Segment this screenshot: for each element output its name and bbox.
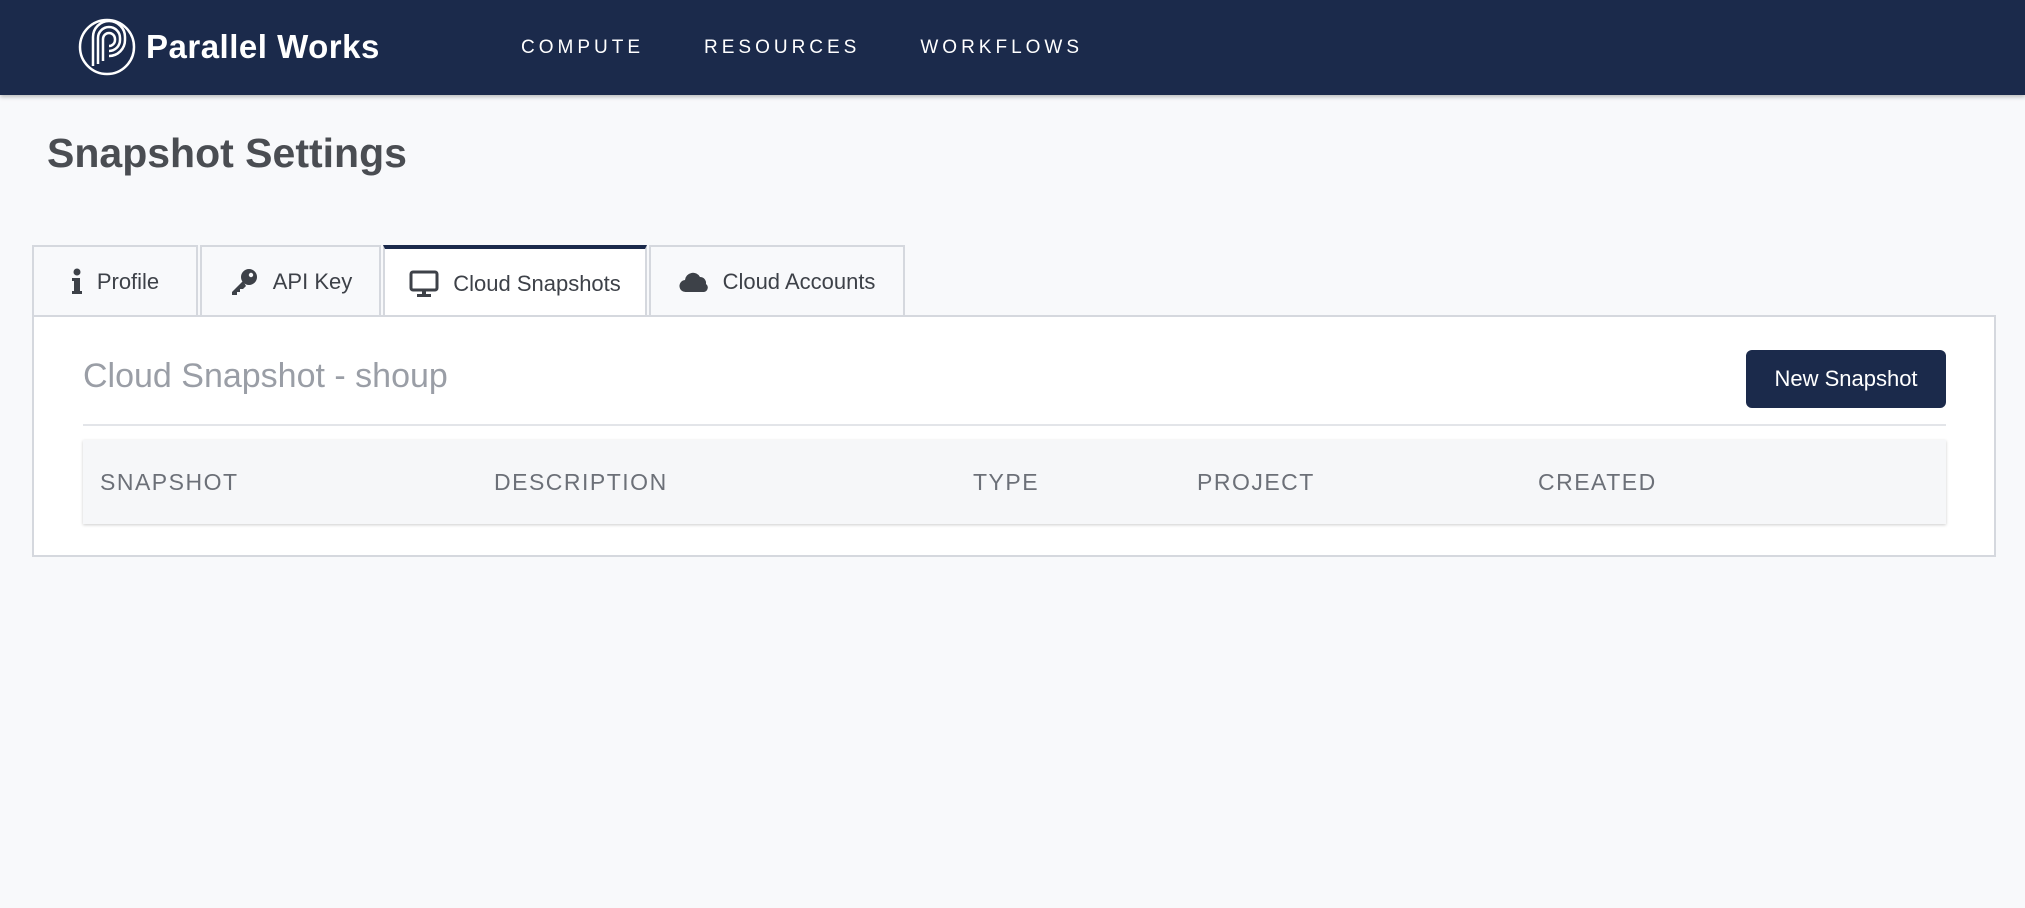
monitor-icon [409,270,439,297]
tab-cloud-snapshots[interactable]: Cloud Snapshots [383,245,647,318]
column-header-project[interactable]: PROJECT [1197,440,1315,524]
tab-profile[interactable]: Profile [32,245,198,316]
tab-label: Cloud Accounts [722,268,876,294]
cloud-icon [679,272,708,292]
main-nav: COMPUTE RESOURCES WORKFLOWS [521,0,1143,95]
settings-tabs: Profile API Key Cloud Snapshots Cloud Ac… [32,245,907,318]
column-header-type[interactable]: TYPE [973,440,1039,524]
top-nav-bar: Parallel Works COMPUTE RESOURCES WORKFLO… [0,0,2025,95]
divider [83,424,1946,426]
column-header-description[interactable]: DESCRIPTION [494,440,668,524]
page-title: Snapshot Settings [47,130,407,176]
panel-title: Cloud Snapshot - shoup [83,357,448,395]
snapshots-table: SNAPSHOT DESCRIPTION TYPE PROJECT CREATE… [83,440,1946,524]
cloud-snapshots-panel: Cloud Snapshot - shoup New Snapshot SNAP… [32,315,1996,557]
info-icon [71,268,82,294]
nav-item-resources[interactable]: RESOURCES [704,37,860,59]
tab-label: Profile [96,268,160,294]
column-header-created[interactable]: CREATED [1538,440,1657,524]
brand-logo-link[interactable]: Parallel Works [78,16,380,78]
tab-label: API Key [272,268,353,294]
new-snapshot-button[interactable]: New Snapshot [1746,350,1946,408]
key-icon [231,268,257,295]
tab-cloud-accounts[interactable]: Cloud Accounts [649,245,905,316]
column-header-snapshot[interactable]: SNAPSHOT [100,440,239,524]
parallel-works-logo-icon [78,18,136,76]
tab-label: Cloud Snapshots [453,270,621,296]
brand-name: Parallel Works [146,28,380,65]
nav-item-workflows[interactable]: WORKFLOWS [920,37,1083,59]
tab-api-key[interactable]: API Key [200,245,381,316]
nav-item-compute[interactable]: COMPUTE [521,37,644,59]
